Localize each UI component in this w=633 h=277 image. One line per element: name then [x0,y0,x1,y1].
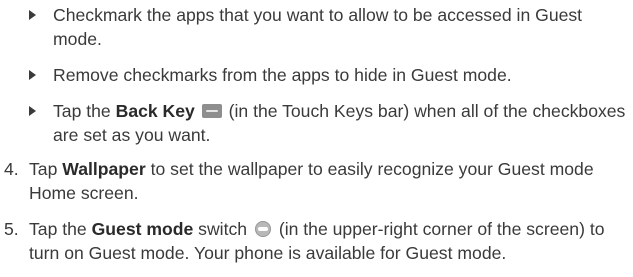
step-text-pre: Tap [29,159,63,179]
step-number: 4. [4,159,19,179]
bullet-text: Remove checkmarks from the apps to hide … [53,65,512,85]
triangle-bullet-icon [29,10,36,20]
bullet-item: Tap the Back Key (in the Touch Keys bar)… [29,99,629,147]
bullet-item: Remove checkmarks from the apps to hide … [29,63,629,87]
bullet-text: Checkmark the apps that you want to allo… [53,5,583,49]
bullet-text-pre: Tap the [53,101,116,121]
sub-bullet-list: Checkmark the apps that you want to allo… [29,3,629,159]
guest-mode-switch-icon [254,220,271,237]
numbered-steps: 4. Tap Wallpaper to set the wallpaper to… [4,157,629,277]
back-key-label: Back Key [115,101,195,121]
guest-mode-label: Guest mode [91,219,194,239]
step-text-mid: switch [193,219,248,239]
triangle-bullet-icon [29,70,36,80]
step-text-pre: Tap the [29,219,92,239]
back-key-icon [201,103,222,118]
triangle-bullet-icon [29,106,36,116]
wallpaper-label: Wallpaper [62,159,146,179]
step-item: 4. Tap Wallpaper to set the wallpaper to… [4,157,629,205]
step-item: 5. Tap the Guest mode switch (in the upp… [4,217,629,265]
step-number: 5. [4,219,19,239]
bullet-item: Checkmark the apps that you want to allo… [29,3,629,51]
